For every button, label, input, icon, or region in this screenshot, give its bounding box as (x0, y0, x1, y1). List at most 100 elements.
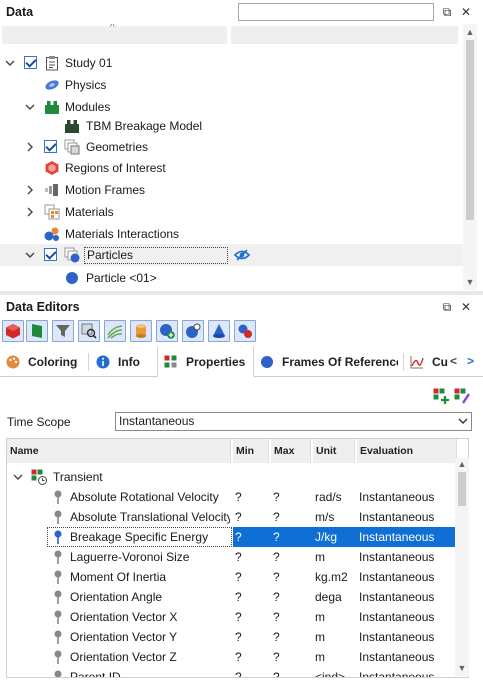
table-row[interactable]: Breakage Specific Energy?? J/kg Instantane… (7, 527, 457, 547)
add-property-icon[interactable] (433, 388, 449, 404)
tab-frames-of-reference[interactable]: Frames Of Reference (260, 347, 398, 377)
grid-scrollbar[interactable]: ▲ ▼ (455, 458, 469, 676)
cell-max: ? (273, 510, 280, 524)
cylinder-icon[interactable] (130, 320, 152, 342)
cell-evaluation: Instantaneous (359, 630, 435, 644)
tree-item-motion-frames[interactable]: Motion Frames (0, 179, 463, 201)
add-particle-icon[interactable] (156, 320, 178, 342)
tab-coloring[interactable]: Coloring (4, 347, 86, 377)
tree-item-study[interactable]: Study 01 (0, 52, 463, 74)
chevron-down-icon[interactable] (4, 57, 16, 69)
sphere-gear-icon[interactable] (182, 320, 204, 342)
table-row[interactable]: Orientation Vector Z?? m Instantaneous (7, 647, 457, 667)
editors-panel-title: Data Editors (6, 300, 80, 314)
tab-curves[interactable]: Cu (410, 347, 450, 377)
geometries-checkbox[interactable] (44, 140, 57, 153)
time-scope-select[interactable]: Instantaneous (115, 412, 472, 431)
streamlines-icon[interactable] (104, 320, 126, 342)
cell-max: ? (273, 650, 280, 664)
cell-max: ? (273, 610, 280, 624)
tree-item-physics[interactable]: Physics (0, 74, 463, 96)
column-header-evaluation[interactable]: Evaluation (357, 439, 457, 463)
cell-max: ? (273, 490, 280, 504)
scroll-down-icon[interactable]: ▼ (455, 662, 469, 674)
properties-icon (164, 355, 178, 369)
cell-min: ? (235, 570, 242, 584)
scroll-up-icon[interactable]: ▲ (455, 458, 469, 470)
table-row[interactable]: Orientation Vector X?? m Instantaneous (7, 607, 457, 627)
tree-column-header-2[interactable] (231, 26, 458, 44)
column-header-min[interactable]: Min (233, 439, 269, 463)
editors-panel-header: Data Editors (0, 295, 483, 319)
table-row[interactable]: Absolute Translational Velocity?? m/s Inst… (7, 507, 457, 527)
cell-max: ? (271, 527, 313, 547)
tab-next-icon[interactable]: > (467, 354, 474, 368)
tree-item-geometries[interactable]: Geometries (0, 136, 463, 158)
tree-scroll-thumb[interactable] (466, 40, 474, 220)
zoom-box-icon[interactable] (78, 320, 100, 342)
chevron-right-icon[interactable] (24, 184, 36, 196)
table-row[interactable]: Parent ID?? <ind> Instantaneous (7, 667, 457, 678)
chevron-down-icon[interactable] (24, 249, 36, 261)
cell-min: ? (235, 510, 242, 524)
tree-item-materials[interactable]: Materials (0, 201, 463, 223)
funnel-icon[interactable] (52, 320, 74, 342)
cell-evaluation: Instantaneous (359, 590, 435, 604)
edit-property-icon[interactable] (454, 388, 470, 404)
cell-name: Orientation Angle (70, 590, 163, 604)
chevron-right-icon[interactable] (24, 141, 36, 153)
chevron-down-icon[interactable] (24, 101, 36, 113)
tab-prev-icon[interactable]: < (450, 354, 457, 368)
motion-frames-icon (44, 182, 60, 198)
table-row[interactable]: Orientation Angle?? dega Instantaneous (7, 587, 457, 607)
materials-interactions-icon (44, 226, 60, 242)
data-search-input[interactable] (238, 3, 434, 21)
red-cube-icon[interactable] (2, 320, 24, 342)
tree-item-label: Modules (65, 100, 111, 114)
frame-icon (260, 355, 274, 369)
data-float-icon[interactable]: ⧉ (439, 4, 455, 20)
cell-evaluation: Instantaneous (359, 510, 435, 524)
tree-item-label: Geometries (86, 140, 149, 154)
tab-info[interactable]: Info (96, 347, 154, 377)
chevron-right-icon[interactable] (24, 206, 36, 218)
column-header-max[interactable]: Max (271, 439, 311, 463)
particle-icon (64, 270, 80, 286)
chevron-down-icon[interactable] (458, 413, 468, 436)
editors-close-icon[interactable]: ✕ (458, 299, 474, 315)
tree-item-particles[interactable]: Particles (0, 244, 463, 266)
data-tree: ^ Study 01 Physics Modules TBM Breakage (0, 24, 463, 290)
tree-item-label: Materials (65, 205, 114, 219)
particles-checkbox[interactable] (44, 248, 57, 261)
tab-divider (88, 353, 89, 371)
table-row[interactable]: Moment Of Inertia?? kg.m2 Instantaneous (7, 567, 457, 587)
table-row[interactable]: Orientation Vector Y?? m Instantaneous (7, 627, 457, 647)
grid-scroll-thumb[interactable] (458, 472, 466, 506)
tree-item-materials-interactions[interactable]: Materials Interactions (0, 223, 463, 245)
cell-evaluation: Instantaneous (359, 670, 435, 678)
scroll-up-icon[interactable]: ▲ (463, 26, 477, 38)
tree-item-particle-01[interactable]: Particle <01> (0, 267, 463, 289)
cell-max: ? (273, 550, 280, 564)
green-flag-icon[interactable] (26, 320, 48, 342)
eye-slash-icon[interactable] (233, 247, 251, 263)
tree-item-label: Motion Frames (65, 183, 146, 197)
cone-icon[interactable] (208, 320, 230, 342)
group-row-transient[interactable]: Transient (7, 467, 457, 487)
editors-float-icon[interactable]: ⧉ (439, 299, 455, 315)
table-row[interactable]: Absolute Rotational Velocity?? rad/s Insta… (7, 487, 457, 507)
scroll-down-icon[interactable]: ▼ (463, 276, 477, 288)
tab-properties[interactable]: Properties (157, 347, 254, 378)
tree-scrollbar[interactable]: ▲ ▼ (463, 24, 477, 290)
column-header-unit[interactable]: Unit (313, 439, 355, 463)
chevron-down-icon[interactable] (13, 467, 25, 487)
data-close-icon[interactable]: ✕ (458, 4, 474, 20)
link-icon[interactable] (234, 320, 256, 342)
tree-item-regions-of-interest[interactable]: Regions of Interest (0, 157, 463, 179)
table-row[interactable]: Laguerre-Voronoi Size?? m Instantaneous (7, 547, 457, 567)
pin-icon (53, 550, 63, 564)
tree-item-label: Particle <01> (86, 271, 157, 285)
tree-item-tbm-breakage-model[interactable]: TBM Breakage Model (0, 115, 463, 137)
data-panel-title: Data (6, 5, 34, 19)
study-checkbox[interactable] (24, 56, 37, 69)
